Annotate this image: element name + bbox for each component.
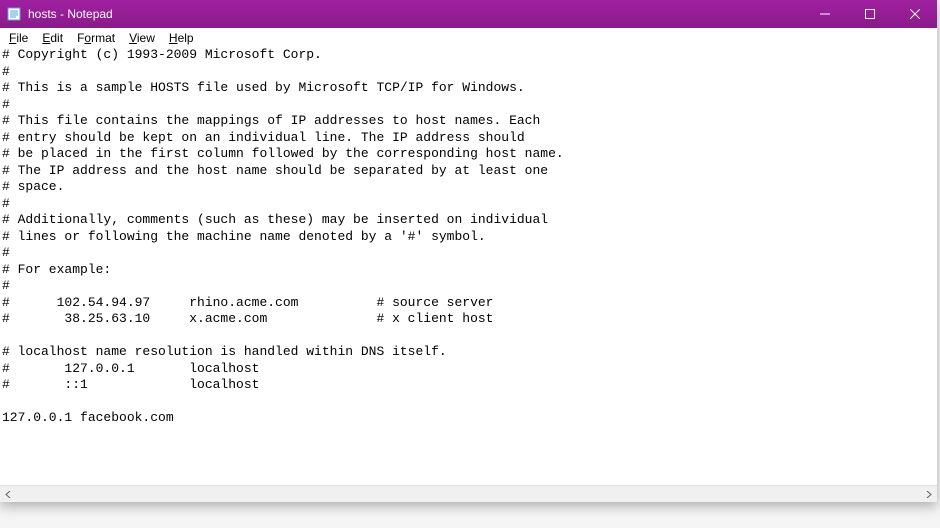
menu-view[interactable]: View: [122, 30, 162, 46]
scroll-track[interactable]: [17, 486, 920, 502]
notepad-icon: [6, 6, 22, 22]
menu-format[interactable]: Format: [70, 30, 122, 46]
minimize-button[interactable]: [802, 0, 847, 28]
notepad-window: hosts - Notepad File Edit Format View He…: [0, 0, 937, 502]
titlebar[interactable]: hosts - Notepad: [0, 0, 937, 28]
menu-edit[interactable]: Edit: [35, 30, 70, 46]
menu-help[interactable]: Help: [162, 30, 201, 46]
menubar: File Edit Format View Help: [0, 28, 937, 47]
close-button[interactable]: [892, 0, 937, 28]
maximize-button[interactable]: [847, 0, 892, 28]
scroll-left-arrow[interactable]: [0, 486, 17, 503]
window-controls: [802, 0, 937, 28]
menu-file[interactable]: File: [2, 30, 35, 46]
window-title: hosts - Notepad: [28, 7, 802, 21]
scroll-right-arrow[interactable]: [920, 486, 937, 503]
text-editor[interactable]: # Copyright (c) 1993-2009 Microsoft Corp…: [0, 47, 937, 485]
horizontal-scrollbar[interactable]: [0, 485, 937, 502]
